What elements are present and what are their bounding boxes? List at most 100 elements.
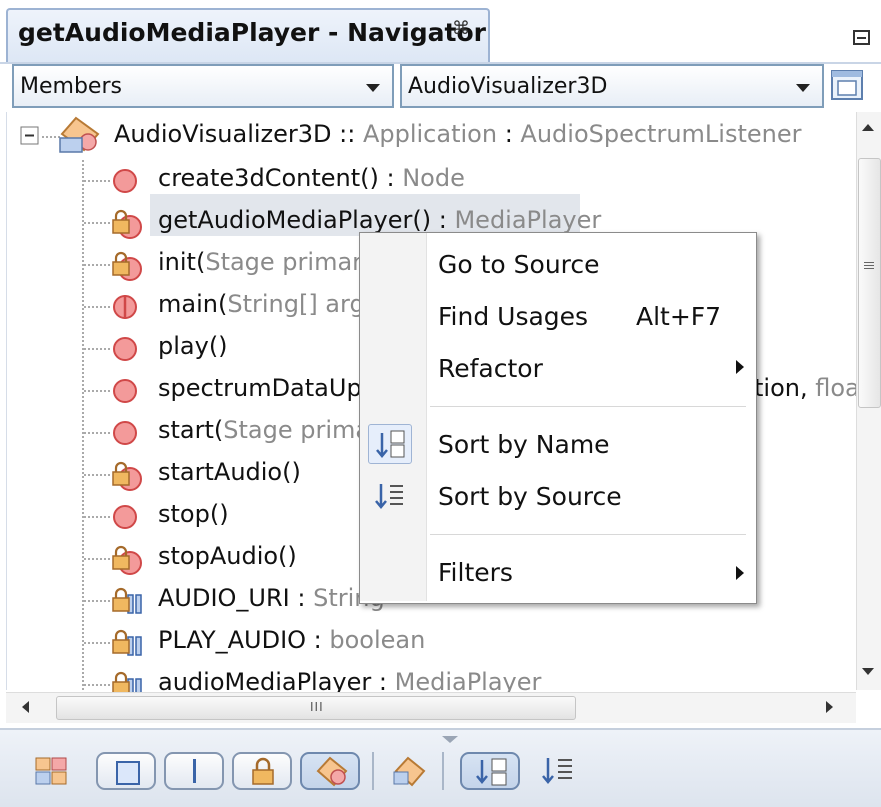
sort-by-name-toggle[interactable] bbox=[460, 752, 520, 790]
view-mode-combo[interactable]: Members bbox=[12, 64, 394, 108]
member-type-separator: : bbox=[306, 626, 330, 654]
square-icon bbox=[116, 761, 140, 785]
member-name: getAudioMediaPlayer() bbox=[158, 206, 432, 234]
member-label-tail: tion, floa bbox=[754, 374, 860, 402]
tree-guide-line bbox=[84, 600, 110, 602]
member-label: stopAudio() bbox=[158, 542, 297, 570]
tree-guide-line bbox=[84, 474, 110, 476]
tree-guide-line bbox=[84, 432, 110, 434]
vertical-scroll-thumb[interactable] bbox=[858, 158, 881, 408]
scroll-down-icon[interactable] bbox=[862, 668, 874, 675]
member-label: start(Stage prima bbox=[158, 416, 370, 444]
toolbar-collapse-icon[interactable] bbox=[442, 736, 458, 743]
menu-separator bbox=[430, 406, 746, 407]
class-selector-value: AudioVisualizer3D bbox=[408, 74, 608, 99]
tree-guide-line bbox=[84, 516, 110, 518]
tree-guide-line bbox=[84, 348, 110, 350]
member-label: audioMediaPlayer : MediaPlayer bbox=[158, 668, 541, 694]
show-fields-toggle[interactable] bbox=[96, 752, 156, 790]
tree-member-row[interactable]: create3dContent() : Node bbox=[6, 160, 846, 200]
view-mode-value: Members bbox=[20, 74, 122, 99]
member-label: stop() bbox=[158, 500, 229, 528]
scroll-right-icon[interactable] bbox=[826, 701, 833, 713]
public-method-icon bbox=[110, 502, 140, 532]
scroll-up-icon[interactable] bbox=[862, 124, 874, 131]
tree-guide-line bbox=[84, 306, 110, 308]
member-label: main(String[] args bbox=[158, 290, 377, 318]
member-type: MediaPlayer bbox=[454, 206, 602, 234]
member-label: getAudioMediaPlayer() : MediaPlayer bbox=[158, 206, 601, 234]
member-name: startAudio() bbox=[158, 458, 301, 486]
collapse-icon[interactable] bbox=[20, 126, 40, 146]
static-method-icon bbox=[110, 292, 140, 322]
tree-member-row[interactable]: audioMediaPlayer : MediaPlayer bbox=[6, 664, 846, 694]
sort-az-icon bbox=[368, 424, 412, 464]
member-label: AUDIO_URI : String bbox=[158, 584, 385, 612]
sort-by-source-icon[interactable] bbox=[540, 755, 576, 787]
private-field-icon bbox=[110, 586, 142, 616]
find-usages-shortcut: Alt+F7 bbox=[636, 302, 722, 331]
menu-separator bbox=[430, 534, 746, 535]
private-field-icon bbox=[110, 628, 142, 658]
member-name: AUDIO_URI bbox=[158, 584, 290, 612]
member-label: play() bbox=[158, 332, 228, 360]
tree-guide-line bbox=[84, 390, 110, 392]
member-params: String[] args bbox=[227, 290, 378, 318]
menu-item-go-to-source[interactable]: Go to Source bbox=[438, 250, 600, 279]
public-method-icon bbox=[110, 166, 140, 196]
sort-az-icon bbox=[476, 758, 507, 786]
member-label: spectrumDataUpd bbox=[158, 374, 377, 402]
member-name: init( bbox=[158, 248, 206, 276]
member-type-separator: : bbox=[371, 668, 395, 694]
show-nonpublic-toggle[interactable] bbox=[232, 752, 292, 790]
tree-guide-line bbox=[84, 264, 110, 266]
menu-item-sort-by-name[interactable]: Sort by Name bbox=[438, 430, 610, 459]
class-icon bbox=[59, 116, 100, 153]
menu-item-sort-by-source[interactable]: Sort by Source bbox=[438, 482, 622, 511]
member-name: audioMediaPlayer bbox=[158, 668, 372, 694]
tab-close-icon[interactable]: ⌘ bbox=[452, 18, 470, 39]
class-selector-combo[interactable]: AudioVisualizer3D bbox=[400, 64, 824, 108]
bar-icon bbox=[193, 759, 196, 783]
show-inner-classes-toggle[interactable] bbox=[300, 752, 360, 790]
tree-member-row[interactable]: PLAY_AUDIO : boolean bbox=[6, 622, 846, 662]
private-method-icon bbox=[110, 208, 142, 239]
tree-guide-line bbox=[84, 684, 110, 686]
member-tail-type: floa bbox=[815, 374, 860, 402]
tree-guide-line bbox=[84, 642, 110, 644]
toolbar-separator bbox=[442, 752, 444, 790]
menu-item-refactor[interactable]: Refactor bbox=[438, 354, 543, 383]
member-type: MediaPlayer bbox=[394, 668, 542, 694]
public-method-icon bbox=[110, 376, 140, 406]
member-tail-text: tion, bbox=[754, 374, 816, 402]
private-method-icon bbox=[110, 544, 142, 575]
public-method-icon bbox=[110, 418, 140, 448]
tree-root-row[interactable]: AudioVisualizer3D :: Application : Audio… bbox=[6, 116, 846, 156]
minimize-window-button[interactable] bbox=[853, 30, 870, 45]
member-name: spectrumDataUpd bbox=[158, 374, 377, 402]
root-interface: AudioSpectrumListener bbox=[520, 120, 802, 148]
show-inherited-icon[interactable] bbox=[34, 756, 70, 788]
submenu-arrow-icon bbox=[736, 566, 744, 580]
chevron-down-icon bbox=[796, 84, 810, 92]
menu-item-filters[interactable]: Filters bbox=[438, 558, 513, 587]
public-method-icon bbox=[110, 334, 140, 364]
show-static-toggle[interactable] bbox=[164, 752, 224, 790]
member-params: Stage primary bbox=[205, 248, 377, 276]
member-label: create3dContent() : Node bbox=[158, 164, 465, 192]
sort-source-icon bbox=[368, 476, 412, 516]
member-label: init(Stage primary bbox=[158, 248, 376, 276]
horizontal-thumb-grip: III bbox=[310, 700, 324, 714]
private-method-icon bbox=[110, 460, 142, 491]
member-params: Stage prima bbox=[223, 416, 371, 444]
member-type: Node bbox=[402, 164, 465, 192]
member-name: play() bbox=[158, 332, 228, 360]
window-config-icon[interactable] bbox=[830, 68, 866, 102]
context-menu-icon-gutter bbox=[360, 233, 427, 601]
member-name: stopAudio() bbox=[158, 542, 297, 570]
show-fqn-icon[interactable] bbox=[392, 756, 428, 788]
scroll-left-icon[interactable] bbox=[22, 701, 29, 713]
tree-guide-line bbox=[84, 558, 110, 560]
menu-item-find-usages[interactable]: Find Usages bbox=[438, 302, 588, 331]
toolbar-separator bbox=[372, 752, 374, 790]
